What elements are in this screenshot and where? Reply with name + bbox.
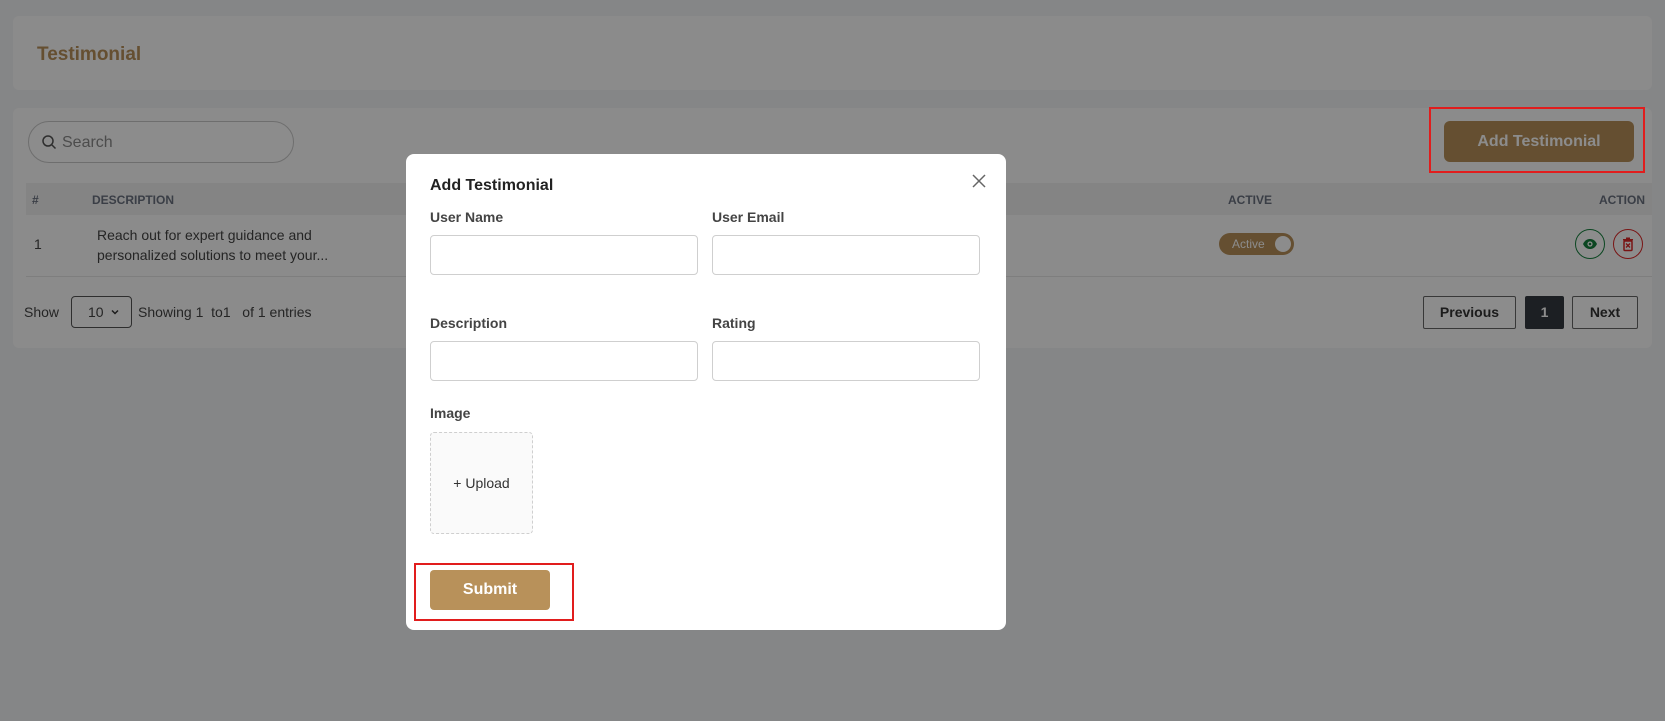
rating-label: Rating bbox=[712, 315, 756, 331]
highlight-add-button bbox=[1429, 107, 1645, 173]
user-email-field[interactable] bbox=[712, 235, 980, 275]
upload-label: + Upload bbox=[453, 475, 510, 491]
add-testimonial-modal: Add Testimonial User Name User Email Des… bbox=[406, 154, 1006, 630]
image-upload[interactable]: + Upload bbox=[430, 432, 533, 534]
description-label: Description bbox=[430, 315, 508, 331]
description-field[interactable] bbox=[430, 341, 698, 381]
image-label: Image bbox=[430, 405, 471, 421]
highlight-submit-button bbox=[414, 563, 574, 621]
modal-title: Add Testimonial bbox=[430, 177, 554, 194]
user-email-label: User Email bbox=[712, 209, 785, 225]
user-name-label: User Name bbox=[430, 209, 504, 225]
user-name-field[interactable] bbox=[430, 235, 698, 275]
close-icon[interactable] bbox=[971, 173, 987, 189]
rating-field[interactable] bbox=[712, 341, 980, 381]
